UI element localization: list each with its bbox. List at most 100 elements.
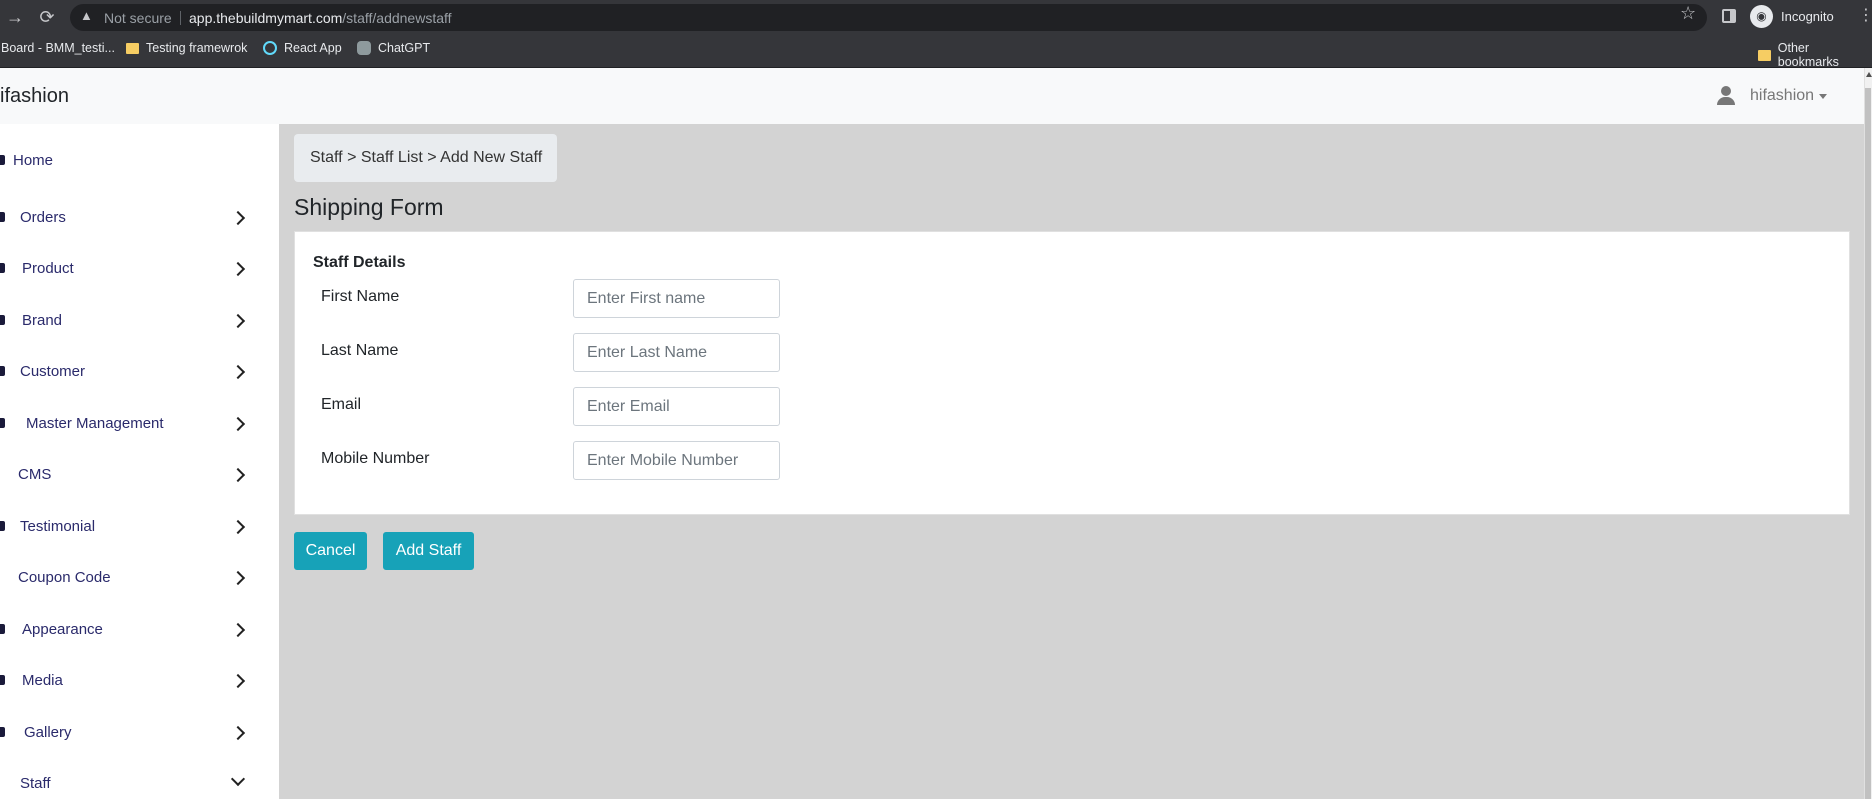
testimonial-icon bbox=[0, 521, 5, 531]
bookmark-star-icon[interactable]: ☆ bbox=[1680, 3, 1696, 24]
sidebar-item-label: Brand bbox=[22, 312, 63, 329]
sidebar-item-orders[interactable]: Orders bbox=[0, 199, 279, 239]
bookmark-item[interactable]: React App bbox=[263, 41, 342, 55]
sidebar-item-label: Master Management bbox=[26, 415, 164, 432]
staff-details-card: Staff Details First Name Last Name Email… bbox=[294, 231, 1850, 515]
sidebar-item-label: Media bbox=[22, 672, 63, 689]
react-icon bbox=[263, 41, 277, 55]
gallery-icon bbox=[0, 727, 5, 737]
cancel-button[interactable]: Cancel bbox=[294, 532, 367, 570]
user-icon-head bbox=[1721, 86, 1731, 96]
media-icon bbox=[0, 675, 5, 685]
last-name-input[interactable] bbox=[573, 333, 780, 372]
chevron-right-icon bbox=[230, 210, 246, 226]
bookmark-label: Testing framewrok bbox=[146, 41, 248, 55]
sidebar-item-label: Orders bbox=[20, 209, 66, 226]
bookmark-label: Board - BMM_testi... bbox=[1, 41, 115, 55]
forward-icon[interactable]: → bbox=[4, 6, 26, 28]
sidebar-item-master-management[interactable]: Master Management bbox=[0, 405, 279, 445]
sidebar-item-gallery[interactable]: Gallery bbox=[0, 714, 279, 754]
sidebar-item-home[interactable]: Home bbox=[0, 142, 279, 182]
reload-icon[interactable]: ⟳ bbox=[36, 6, 58, 28]
sidebar-item-label: Customer bbox=[20, 363, 86, 380]
sidebar: Home Orders Product Brand Customer Maste… bbox=[0, 124, 279, 799]
bookmark-label: React App bbox=[284, 41, 342, 55]
chevron-right-icon bbox=[230, 364, 246, 380]
incognito-label[interactable]: Incognito bbox=[1781, 9, 1834, 24]
chevron-right-icon bbox=[230, 261, 246, 277]
folder-icon bbox=[1758, 49, 1771, 61]
sidebar-item-label: Coupon Code bbox=[18, 569, 111, 586]
card-title: Staff Details bbox=[313, 254, 406, 271]
other-bookmarks[interactable]: Other bookmarks bbox=[1758, 41, 1872, 69]
sidebar-item-customer[interactable]: Customer bbox=[0, 353, 279, 393]
last-name-label: Last Name bbox=[321, 342, 399, 359]
bookmark-item[interactable]: Board - BMM_testi... bbox=[1, 41, 115, 55]
sidebar-item-appearance[interactable]: Appearance bbox=[0, 611, 279, 651]
chevron-right-icon bbox=[230, 313, 246, 329]
chevron-right-icon bbox=[230, 519, 246, 535]
email-label: Email bbox=[321, 396, 362, 413]
sidebar-item-label: Product bbox=[22, 260, 74, 277]
url-host: app.thebuildmymart.com bbox=[189, 10, 343, 26]
browser-menu-icon[interactable]: ⋮ bbox=[1858, 7, 1872, 25]
user-icon[interactable] bbox=[1717, 86, 1735, 105]
sidebar-item-label: Testimonial bbox=[20, 518, 96, 535]
scroll-thumb[interactable] bbox=[1865, 88, 1871, 799]
sidebar-item-cms[interactable]: CMS bbox=[0, 456, 279, 496]
product-icon bbox=[0, 263, 5, 273]
mobile-number-label: Mobile Number bbox=[321, 450, 430, 467]
brand-name[interactable]: ifashion bbox=[0, 85, 69, 108]
sidebar-item-staff[interactable]: Staff bbox=[0, 765, 279, 799]
user-icon-body bbox=[1717, 97, 1735, 105]
breadcrumb[interactable]: Staff > Staff List > Add New Staff bbox=[294, 134, 557, 182]
side-panel-icon[interactable] bbox=[1722, 9, 1736, 23]
bookmark-item[interactable]: Testing framewrok bbox=[126, 41, 247, 55]
other-bookmarks-label: Other bookmarks bbox=[1777, 41, 1839, 69]
sidebar-item-label: Staff bbox=[20, 775, 51, 792]
url-path: /staff/addnewstaff bbox=[342, 10, 452, 26]
address-bar[interactable]: ▲ Not secure app.thebuildmymart.com/staf… bbox=[70, 4, 1707, 31]
security-label[interactable]: Not secure bbox=[104, 10, 172, 26]
bookmark-item[interactable]: ChatGPT bbox=[357, 41, 430, 55]
sidebar-item-coupon-code[interactable]: Coupon Code bbox=[0, 559, 279, 599]
home-icon bbox=[0, 155, 5, 165]
chevron-right-icon bbox=[230, 416, 246, 432]
address-separator bbox=[180, 11, 181, 25]
sidebar-item-label: Appearance bbox=[22, 621, 103, 638]
user-menu[interactable]: hifashion bbox=[1750, 87, 1814, 105]
add-staff-button[interactable]: Add Staff bbox=[383, 532, 474, 570]
first-name-label: First Name bbox=[321, 288, 400, 305]
app-header: ifashion hifashion bbox=[0, 68, 1872, 124]
gear-icon bbox=[0, 418, 5, 428]
customer-icon bbox=[0, 366, 5, 376]
bookmark-label: ChatGPT bbox=[378, 41, 431, 55]
page-title: Shipping Form bbox=[294, 194, 444, 220]
sidebar-item-label: CMS bbox=[18, 466, 52, 483]
appearance-icon bbox=[0, 624, 5, 634]
brand-icon bbox=[0, 315, 5, 325]
chevron-right-icon bbox=[230, 570, 246, 586]
chatgpt-icon bbox=[357, 41, 371, 55]
sidebar-item-media[interactable]: Media bbox=[0, 662, 279, 702]
chevron-right-icon bbox=[230, 725, 246, 741]
first-name-input[interactable] bbox=[573, 279, 780, 318]
folder-icon bbox=[126, 42, 139, 54]
warning-icon: ▲ bbox=[80, 8, 93, 23]
caret-down-icon[interactable] bbox=[1819, 94, 1827, 99]
scroll-up-arrow[interactable] bbox=[1866, 72, 1872, 77]
mobile-number-input[interactable] bbox=[573, 441, 780, 480]
chevron-right-icon bbox=[230, 673, 246, 689]
browser-toolbar: → ⟳ ▲ Not secure app.thebuildmymart.com/… bbox=[0, 0, 1872, 34]
incognito-icon[interactable]: ◉ bbox=[1750, 5, 1773, 28]
email-input[interactable] bbox=[573, 387, 780, 426]
sidebar-item-brand[interactable]: Brand bbox=[0, 302, 279, 342]
sidebar-item-label: Gallery bbox=[24, 724, 72, 741]
orders-icon bbox=[0, 212, 5, 222]
chevron-right-icon bbox=[230, 467, 246, 483]
chevron-right-icon bbox=[230, 622, 246, 638]
sidebar-item-product[interactable]: Product bbox=[0, 250, 279, 290]
sidebar-item-label: Home bbox=[13, 152, 54, 169]
url-text[interactable]: app.thebuildmymart.com/staff/addnewstaff bbox=[189, 10, 452, 26]
sidebar-item-testimonial[interactable]: Testimonial bbox=[0, 508, 279, 548]
